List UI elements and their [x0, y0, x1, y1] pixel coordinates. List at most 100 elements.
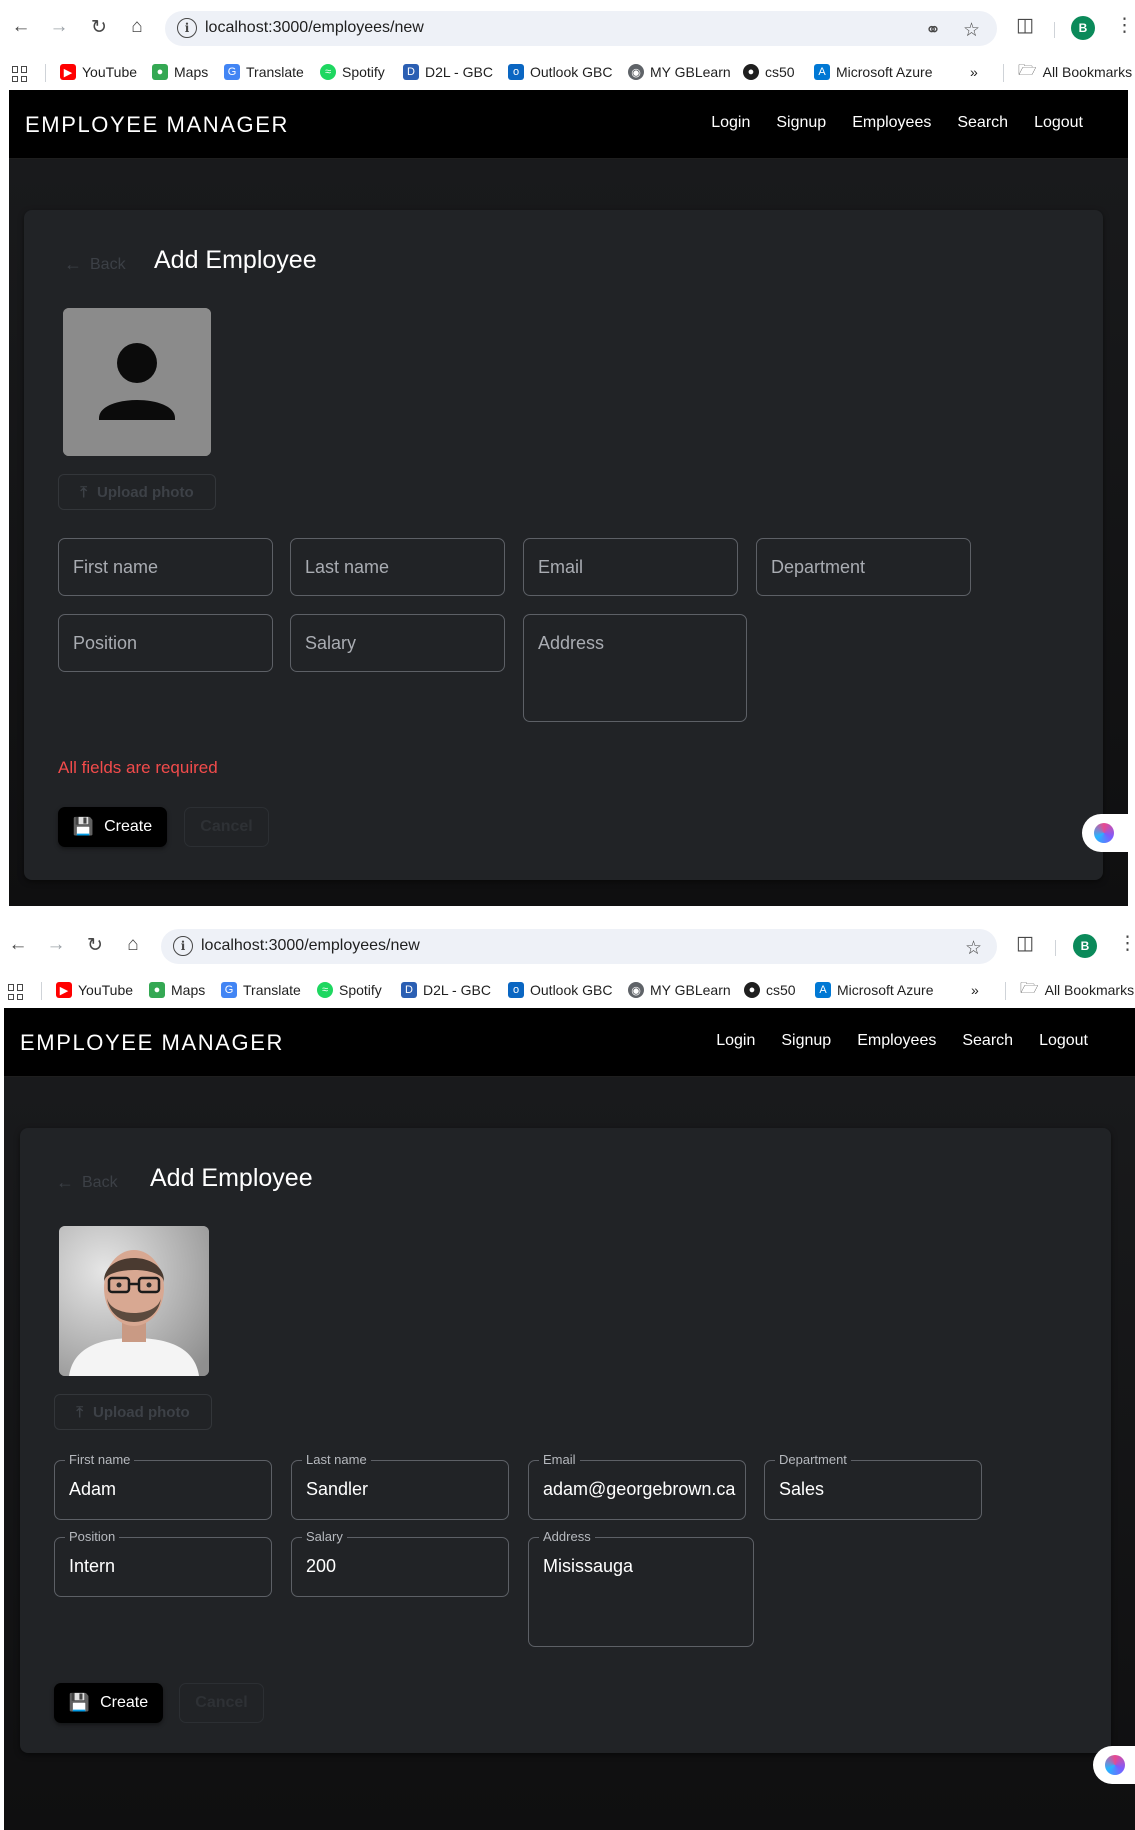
star-icon[interactable]: ☆ [965, 937, 982, 960]
bookmark-azure[interactable]: A Microsoft Azure [815, 980, 933, 1000]
nav-search[interactable]: Search [944, 114, 1021, 132]
last-name-value: Sandler [306, 1479, 369, 1499]
browser-toolbar: ← → ↻ ⌂ i localhost:3000/employees/new ☆… [0, 918, 1135, 972]
address-label: Address [539, 1529, 595, 1544]
back-button[interactable]: ← Back [56, 1172, 118, 1193]
bookmark-maps[interactable]: ● Maps [149, 980, 205, 1000]
home-icon[interactable]: ⌂ [124, 14, 150, 40]
nav-employees[interactable]: Employees [839, 114, 944, 132]
screenshot-empty-form: ← → ↻ ⌂ i localhost:3000/employees/new ⚭… [0, 0, 1135, 906]
reload-icon[interactable]: ↻ [82, 932, 108, 958]
nav-logout[interactable]: Logout [1021, 114, 1096, 132]
last-name-field[interactable]: Last name [290, 538, 505, 596]
cancel-button[interactable]: Cancel [179, 1683, 264, 1723]
outlook-icon: o [508, 982, 524, 998]
first-name-field[interactable]: First name [58, 538, 273, 596]
bookmark-translate[interactable]: G Translate [221, 980, 301, 1000]
bookmark-outlook[interactable]: o Outlook GBC [508, 62, 612, 82]
menu-kebab-icon[interactable]: ⋮ [1118, 932, 1135, 955]
first-name-placeholder: First name [73, 557, 159, 577]
bookmark-spotify[interactable]: ≈ Spotify [320, 62, 385, 82]
back-button[interactable]: ← Back [64, 254, 126, 275]
nav-login[interactable]: Login [703, 1032, 768, 1050]
salary-field[interactable]: Salary 200 [291, 1529, 509, 1597]
apps-grid-icon[interactable] [12, 66, 28, 82]
bookmark-cs50[interactable]: ● cs50 [744, 980, 796, 1000]
main-nav: Login Signup Employees Search Logout [698, 114, 1096, 132]
upload-photo-button[interactable]: ⤒ Upload photo [58, 474, 216, 510]
department-field[interactable]: Department Sales [764, 1452, 982, 1520]
bookmark-d2l[interactable]: D D2L - GBC [403, 62, 493, 82]
nav-search[interactable]: Search [949, 1032, 1026, 1050]
cancel-button[interactable]: Cancel [184, 807, 269, 847]
bookmark-spotify[interactable]: ≈ Spotify [317, 980, 382, 1000]
profile-avatar[interactable]: B [1071, 16, 1095, 40]
toolbar-divider [1055, 940, 1056, 956]
site-info-icon[interactable]: i [177, 18, 197, 38]
bookmark-gblearn[interactable]: ◉ MY GBLearn [628, 62, 731, 82]
address-bar[interactable]: i localhost:3000/employees/new ⚭ ☆ [165, 11, 997, 46]
nav-signup[interactable]: Signup [763, 114, 839, 132]
last-name-label: Last name [302, 1452, 371, 1467]
spotify-icon: ≈ [320, 64, 336, 80]
assistant-floating-button[interactable] [1082, 814, 1128, 852]
bookmarks-overflow-button[interactable]: » [971, 980, 979, 1000]
save-icon: 💾 [72, 817, 95, 836]
address-field[interactable]: Address [523, 614, 747, 722]
bookmark-d2l[interactable]: D D2L - GBC [401, 980, 491, 1000]
salary-field[interactable]: Salary [290, 614, 505, 672]
bookmarks-bar: ▶ YouTube ● Maps G Translate ≈ Spotify D D2L … [0, 972, 1135, 1008]
home-icon[interactable]: ⌂ [120, 932, 146, 958]
site-info-icon[interactable]: i [173, 936, 193, 956]
star-icon[interactable]: ☆ [963, 19, 980, 42]
last-name-field[interactable]: Last name Sandler [291, 1452, 509, 1520]
person-icon [63, 308, 211, 456]
department-field[interactable]: Department [756, 538, 971, 596]
nav-login[interactable]: Login [698, 114, 763, 132]
bookmark-gblearn[interactable]: ◉ MY GBLearn [628, 980, 731, 1000]
email-field[interactable]: Email adam@georgebrown.ca [528, 1452, 746, 1520]
back-arrow-icon[interactable]: ← [5, 932, 31, 958]
extensions-icon[interactable]: ◫ [1016, 14, 1034, 37]
email-field[interactable]: Email [523, 538, 738, 596]
bookmarks-overflow-button[interactable]: » [970, 62, 978, 82]
bookmark-translate[interactable]: G Translate [224, 62, 304, 82]
key-icon[interactable]: ⚭ [925, 19, 941, 42]
nav-logout[interactable]: Logout [1026, 1032, 1101, 1050]
first-name-field[interactable]: First name Adam [54, 1452, 272, 1520]
position-field[interactable]: Position Intern [54, 1529, 272, 1597]
nav-employees[interactable]: Employees [844, 1032, 949, 1050]
app-viewport: EMPLOYEE MANAGER Login Signup Employees … [9, 90, 1128, 906]
bookmark-maps[interactable]: ● Maps [152, 62, 208, 82]
nav-signup[interactable]: Signup [768, 1032, 844, 1050]
bookmark-cs50[interactable]: ● cs50 [743, 62, 795, 82]
spotify-icon: ≈ [317, 982, 333, 998]
cancel-label: Cancel [195, 1694, 248, 1711]
assistant-floating-button[interactable] [1093, 1746, 1135, 1784]
reload-icon[interactable]: ↻ [86, 14, 112, 40]
forward-arrow-icon[interactable]: → [43, 932, 69, 958]
all-bookmarks-button[interactable]: 🗁 All Bookmarks [1020, 980, 1134, 1000]
app-viewport: EMPLOYEE MANAGER Login Signup Employees … [4, 1008, 1135, 1830]
extensions-icon[interactable]: ◫ [1016, 932, 1034, 955]
bookmark-youtube[interactable]: ▶ YouTube [60, 62, 137, 82]
profile-avatar[interactable]: B [1073, 934, 1097, 958]
bookmark-youtube[interactable]: ▶ YouTube [56, 980, 133, 1000]
bookmark-azure[interactable]: A Microsoft Azure [814, 62, 932, 82]
position-field[interactable]: Position [58, 614, 273, 672]
upload-photo-button[interactable]: ⤒ Upload photo [54, 1394, 212, 1430]
menu-kebab-icon[interactable]: ⋮ [1115, 14, 1134, 37]
email-value: adam@georgebrown.ca [543, 1479, 736, 1499]
address-bar[interactable]: i localhost:3000/employees/new ☆ [161, 929, 997, 964]
create-button[interactable]: 💾 Create [58, 807, 167, 847]
back-arrow-icon[interactable]: ← [8, 14, 34, 40]
email-placeholder: Email [538, 557, 584, 577]
bookmark-outlook[interactable]: o Outlook GBC [508, 980, 612, 1000]
create-button[interactable]: 💾 Create [54, 1683, 163, 1723]
department-value: Sales [779, 1479, 825, 1499]
back-label: Back [82, 1173, 118, 1191]
apps-grid-icon[interactable] [8, 984, 24, 1000]
forward-arrow-icon[interactable]: → [46, 14, 72, 40]
address-field[interactable]: Address Misissauga [528, 1529, 754, 1647]
all-bookmarks-button[interactable]: 🗁 All Bookmarks [1018, 62, 1132, 82]
